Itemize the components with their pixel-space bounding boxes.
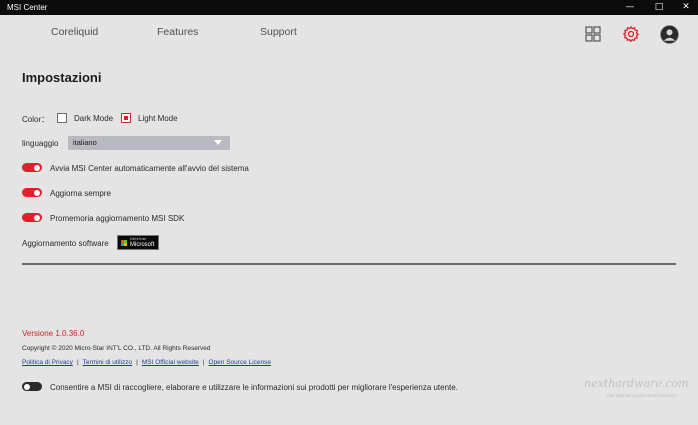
- minimize-button[interactable]: —: [620, 0, 640, 15]
- maximize-button[interactable]: □: [649, 0, 669, 15]
- toggle-knob: [34, 189, 40, 196]
- badge-small-text: Get it from: [130, 237, 147, 241]
- light-mode-checkbox[interactable]: [121, 113, 131, 123]
- settings-gear-icon[interactable]: [622, 25, 640, 43]
- sdk-reminder-label: Promemoria aggiornamento MSI SDK: [50, 214, 185, 223]
- copyright-text: Copyright © 2020 Micro-Star INT'L CO., L…: [22, 345, 211, 352]
- language-label: linguaggio: [22, 139, 59, 148]
- user-avatar-icon[interactable]: [660, 25, 679, 44]
- toggle-knob: [24, 383, 30, 390]
- dark-mode-checkbox[interactable]: [57, 113, 67, 123]
- color-label: Color：: [22, 115, 50, 124]
- autostart-toggle[interactable]: [22, 163, 42, 172]
- toggle-knob: [34, 164, 40, 171]
- link-separator: |: [76, 359, 79, 366]
- open-source-license-link[interactable]: Open Source License: [209, 359, 272, 366]
- tab-coreliquid[interactable]: Coreliquid: [51, 26, 98, 38]
- chevron-down-icon: [214, 140, 222, 145]
- watermark-logo: nexthardware.com your ultimate professio…: [566, 371, 689, 407]
- light-mode-label: Light Mode: [138, 114, 178, 123]
- toggle-knob: [34, 214, 40, 221]
- microsoft-logo-icon: [121, 240, 127, 246]
- tab-support[interactable]: Support: [260, 26, 297, 38]
- terms-of-use-link[interactable]: Termini di utilizzo: [83, 359, 133, 366]
- privacy-policy-link[interactable]: Politica di Privacy: [22, 359, 73, 366]
- top-navigation: Coreliquid Features Support: [0, 15, 698, 53]
- version-text: Versione 1.0.36.0: [22, 329, 85, 338]
- title-bar: MSI Center — □ ✕: [0, 0, 698, 15]
- microsoft-store-badge[interactable]: Get it from Microsoft: [117, 235, 159, 250]
- consent-label: Consentire a MSI di raccogliere, elabora…: [50, 383, 458, 392]
- section-divider: [22, 263, 676, 265]
- msi-official-website-link[interactable]: MSI Official website: [142, 359, 199, 366]
- language-selected-value: italiano: [73, 138, 97, 147]
- footer-links: Politica di Privacy | Termini di utilizzo |…: [22, 359, 271, 366]
- link-separator: |: [136, 359, 138, 366]
- software-update-label: Aggiornamento software: [22, 239, 109, 248]
- watermark-tagline: your ultimate professional resource: [606, 393, 677, 398]
- autostart-label: Avvia MSI Center automaticamente all'avv…: [50, 164, 249, 173]
- language-dropdown[interactable]: italiano: [68, 136, 230, 150]
- badge-big-text: Microsoft: [130, 242, 155, 248]
- sdk-reminder-toggle[interactable]: [22, 213, 42, 222]
- tab-features[interactable]: Features: [157, 26, 198, 38]
- page-title: Impostazioni: [22, 70, 102, 85]
- link-separator: |: [202, 359, 205, 366]
- always-update-toggle[interactable]: [22, 188, 42, 197]
- close-button[interactable]: ✕: [676, 0, 696, 15]
- dark-mode-label: Dark Mode: [74, 114, 114, 123]
- watermark-brand: nexthardware.com: [584, 377, 689, 390]
- grid-icon[interactable]: [584, 25, 602, 43]
- window-title: MSI Center: [7, 3, 48, 12]
- always-update-label: Aggiorna sempre: [50, 189, 111, 198]
- consent-toggle[interactable]: [22, 382, 42, 391]
